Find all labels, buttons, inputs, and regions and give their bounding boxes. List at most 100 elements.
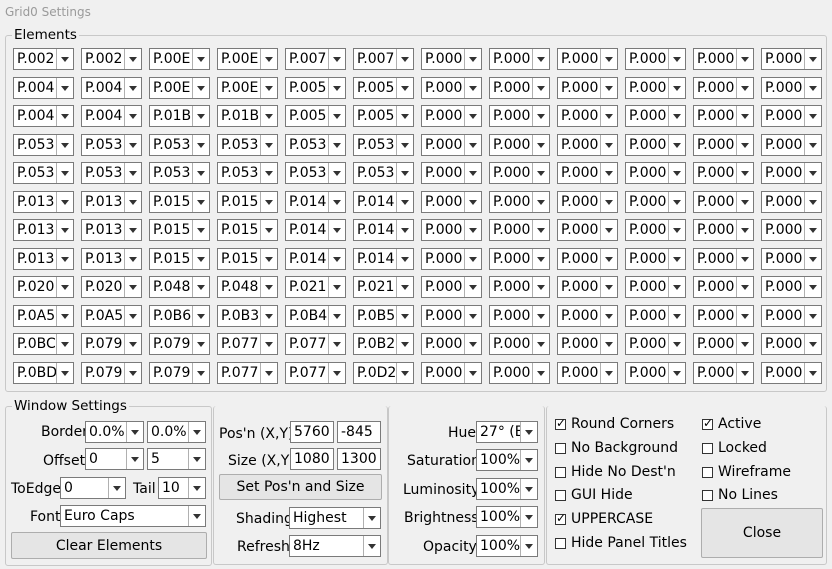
element-combo[interactable]: P.000	[693, 276, 754, 298]
element-combo[interactable]: P.015	[217, 248, 278, 270]
element-combo[interactable]: P.00E	[217, 77, 278, 99]
element-combo[interactable]: P.000	[761, 105, 822, 127]
element-combo[interactable]: P.000	[489, 134, 550, 156]
element-combo[interactable]: P.000	[625, 219, 686, 241]
chevron-down-icon[interactable]	[192, 192, 209, 212]
element-combo[interactable]: P.000	[761, 276, 822, 298]
chevron-down-icon[interactable]	[668, 220, 685, 240]
element-combo[interactable]: P.079	[81, 333, 142, 355]
chevron-down-icon[interactable]	[668, 78, 685, 98]
chevron-down-icon[interactable]	[600, 306, 617, 326]
chevron-down-icon[interactable]	[192, 163, 209, 183]
chevron-down-icon[interactable]	[260, 163, 277, 183]
chevron-down-icon[interactable]	[192, 249, 209, 269]
active-box[interactable]	[702, 416, 713, 430]
chevron-down-icon[interactable]	[124, 163, 141, 183]
chevron-down-icon[interactable]	[56, 49, 73, 69]
chevron-down-icon[interactable]	[464, 306, 481, 326]
element-combo[interactable]: P.0D2	[353, 362, 414, 384]
element-combo[interactable]: P.00E	[217, 48, 278, 70]
chevron-down-icon[interactable]	[124, 78, 141, 98]
element-combo[interactable]: P.000	[557, 333, 618, 355]
element-combo[interactable]: P.000	[557, 191, 618, 213]
element-combo[interactable]: P.000	[557, 105, 618, 127]
chevron-down-icon[interactable]	[668, 135, 685, 155]
chevron-down-icon[interactable]	[56, 135, 73, 155]
element-combo[interactable]: P.000	[489, 105, 550, 127]
element-combo[interactable]: P.014	[353, 248, 414, 270]
element-combo[interactable]: P.000	[421, 105, 482, 127]
chevron-down-icon[interactable]	[464, 249, 481, 269]
luminosity-combo[interactable]: 100%	[476, 478, 538, 500]
hide-no-dest-box[interactable]	[555, 467, 566, 478]
refresh-combo[interactable]: 8Hz	[289, 535, 381, 557]
chevron-down-icon[interactable]	[600, 249, 617, 269]
offset-combo-2[interactable]: 5	[147, 448, 206, 470]
round-corners-box[interactable]	[555, 416, 566, 430]
chevron-down-icon[interactable]	[600, 363, 617, 383]
element-combo[interactable]: P.0B4	[285, 305, 346, 327]
element-combo[interactable]: P.007	[353, 48, 414, 70]
element-combo[interactable]: P.053	[353, 134, 414, 156]
element-combo[interactable]: P.013	[13, 219, 74, 241]
element-combo[interactable]: P.015	[149, 248, 210, 270]
chevron-down-icon[interactable]	[464, 192, 481, 212]
element-combo[interactable]: P.000	[761, 191, 822, 213]
element-combo[interactable]: P.000	[693, 191, 754, 213]
element-combo[interactable]: P.053	[13, 134, 74, 156]
chevron-down-icon[interactable]	[520, 422, 537, 442]
chevron-down-icon[interactable]	[396, 192, 413, 212]
element-combo[interactable]: P.0B6	[149, 305, 210, 327]
element-combo[interactable]: P.000	[625, 362, 686, 384]
chevron-down-icon[interactable]	[668, 277, 685, 297]
chevron-down-icon[interactable]	[600, 220, 617, 240]
element-combo[interactable]: P.053	[149, 162, 210, 184]
element-combo[interactable]: P.0B3	[217, 305, 278, 327]
element-combo[interactable]: P.000	[625, 105, 686, 127]
element-combo[interactable]: P.0B2	[353, 333, 414, 355]
element-combo[interactable]: P.000	[693, 162, 754, 184]
position-x-input[interactable]: 5760	[290, 421, 334, 443]
element-combo[interactable]: P.000	[625, 162, 686, 184]
element-combo[interactable]: P.005	[285, 77, 346, 99]
chevron-down-icon[interactable]	[532, 78, 549, 98]
element-combo[interactable]: P.000	[489, 219, 550, 241]
chevron-down-icon[interactable]	[328, 135, 345, 155]
chevron-down-icon[interactable]	[532, 363, 549, 383]
element-combo[interactable]: P.000	[625, 191, 686, 213]
element-combo[interactable]: P.004	[13, 77, 74, 99]
toedge-combo[interactable]: 0	[60, 477, 126, 499]
element-combo[interactable]: P.053	[353, 162, 414, 184]
chevron-down-icon[interactable]	[396, 277, 413, 297]
shading-combo[interactable]: Highest	[289, 507, 381, 529]
opacity-combo[interactable]: 100%	[476, 535, 538, 557]
chevron-down-icon[interactable]	[668, 192, 685, 212]
chevron-down-icon[interactable]	[804, 249, 821, 269]
element-combo[interactable]: P.021	[353, 276, 414, 298]
element-combo[interactable]: P.00E	[149, 77, 210, 99]
element-combo[interactable]: P.0A5	[81, 305, 142, 327]
element-combo[interactable]: P.005	[353, 105, 414, 127]
chevron-down-icon[interactable]	[396, 306, 413, 326]
element-combo[interactable]: P.053	[217, 162, 278, 184]
chevron-down-icon[interactable]	[736, 363, 753, 383]
element-combo[interactable]: P.077	[285, 362, 346, 384]
element-combo[interactable]: P.0BD	[13, 362, 74, 384]
chevron-down-icon[interactable]	[804, 363, 821, 383]
chevron-down-icon[interactable]	[600, 334, 617, 354]
chevron-down-icon[interactable]	[464, 163, 481, 183]
chevron-down-icon[interactable]	[520, 450, 537, 470]
element-combo[interactable]: P.000	[761, 333, 822, 355]
element-combo[interactable]: P.014	[285, 219, 346, 241]
chevron-down-icon[interactable]	[396, 220, 413, 240]
element-combo[interactable]: P.000	[761, 48, 822, 70]
chevron-down-icon[interactable]	[124, 220, 141, 240]
chevron-down-icon[interactable]	[396, 249, 413, 269]
element-combo[interactable]: P.013	[81, 248, 142, 270]
element-combo[interactable]: P.015	[149, 219, 210, 241]
chevron-down-icon[interactable]	[668, 106, 685, 126]
chevron-down-icon[interactable]	[124, 49, 141, 69]
element-combo[interactable]: P.000	[489, 305, 550, 327]
chevron-down-icon[interactable]	[124, 106, 141, 126]
chevron-down-icon[interactable]	[260, 49, 277, 69]
